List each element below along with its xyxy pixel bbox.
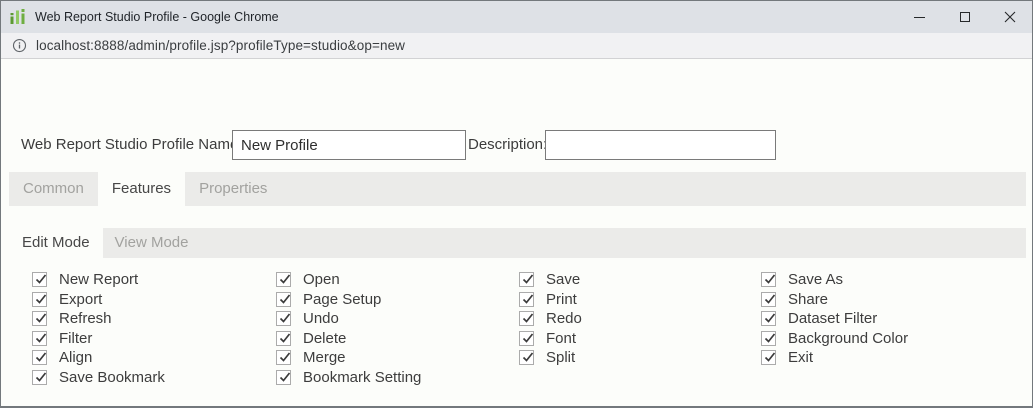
mode-tab-strip: View Mode xyxy=(103,228,1026,258)
feature-label: Undo xyxy=(303,310,339,327)
checkbox-undo[interactable] xyxy=(276,311,291,326)
feature-label: Exit xyxy=(788,349,813,366)
feature-row-save-bookmark[interactable]: Save Bookmark xyxy=(32,368,165,388)
feature-row-undo[interactable]: Undo xyxy=(276,309,421,329)
checkbox-page-setup[interactable] xyxy=(276,292,291,307)
feature-label: Delete xyxy=(303,330,346,347)
feature-label: Save As xyxy=(788,271,843,288)
checkbox-font[interactable] xyxy=(519,331,534,346)
feature-row-delete[interactable]: Delete xyxy=(276,329,421,349)
feature-label: Split xyxy=(546,349,575,366)
feature-row-save[interactable]: Save xyxy=(519,270,582,290)
main-tab-bar: Common Features Properties xyxy=(9,172,1026,206)
mode-tab-bar: Edit Mode View Mode xyxy=(9,228,1026,258)
feature-row-save-as[interactable]: Save As xyxy=(761,270,908,290)
feature-label: Background Color xyxy=(788,330,908,347)
checkbox-split[interactable] xyxy=(519,350,534,365)
feature-row-font[interactable]: Font xyxy=(519,329,582,349)
feature-label: Dataset Filter xyxy=(788,310,877,327)
close-button[interactable] xyxy=(987,1,1032,33)
feature-row-align[interactable]: Align xyxy=(32,348,165,368)
feature-row-print[interactable]: Print xyxy=(519,290,582,310)
window-title: Web Report Studio Profile - Google Chrom… xyxy=(35,10,897,24)
feature-row-refresh[interactable]: Refresh xyxy=(32,309,165,329)
title-bar: Web Report Studio Profile - Google Chrom… xyxy=(1,1,1032,33)
feature-label: Refresh xyxy=(59,310,112,327)
features-column-2: Open Page Setup Undo Delete Merge xyxy=(276,270,421,387)
tab-edit-mode[interactable]: Edit Mode xyxy=(9,228,103,258)
feature-row-page-setup[interactable]: Page Setup xyxy=(276,290,421,310)
checkbox-new-report[interactable] xyxy=(32,272,47,287)
profile-name-label: Web Report Studio Profile Name: xyxy=(21,130,243,160)
tab-view-mode[interactable]: View Mode xyxy=(103,228,201,258)
window-controls xyxy=(897,1,1032,33)
feature-label: Export xyxy=(59,291,102,308)
app-logo-icon xyxy=(9,8,27,26)
checkbox-background-color[interactable] xyxy=(761,331,776,346)
feature-row-new-report[interactable]: New Report xyxy=(32,270,165,290)
feature-label: Font xyxy=(546,330,576,347)
page-content: Web Report Studio Profile Name: Descript… xyxy=(1,59,1032,406)
checkbox-save[interactable] xyxy=(519,272,534,287)
checkbox-open[interactable] xyxy=(276,272,291,287)
features-column-4: Save As Share Dataset Filter Background … xyxy=(761,270,908,368)
checkbox-filter[interactable] xyxy=(32,331,47,346)
checkbox-dataset-filter[interactable] xyxy=(761,311,776,326)
feature-label: Share xyxy=(788,291,828,308)
checkbox-align[interactable] xyxy=(32,350,47,365)
checkbox-share[interactable] xyxy=(761,292,776,307)
feature-row-merge[interactable]: Merge xyxy=(276,348,421,368)
feature-label: Print xyxy=(546,291,577,308)
description-input[interactable] xyxy=(545,130,776,160)
feature-row-split[interactable]: Split xyxy=(519,348,582,368)
checkbox-exit[interactable] xyxy=(761,350,776,365)
checkbox-save-as[interactable] xyxy=(761,272,776,287)
profile-name-input[interactable] xyxy=(232,130,466,160)
close-icon xyxy=(1004,11,1016,23)
feature-row-filter[interactable]: Filter xyxy=(32,329,165,349)
feature-label: New Report xyxy=(59,271,138,288)
browser-window: Web Report Studio Profile - Google Chrom… xyxy=(0,0,1033,408)
checkbox-redo[interactable] xyxy=(519,311,534,326)
minimize-button[interactable] xyxy=(897,1,942,33)
tab-common[interactable]: Common xyxy=(9,172,98,207)
checkbox-print[interactable] xyxy=(519,292,534,307)
checkbox-save-bookmark[interactable] xyxy=(32,370,47,385)
feature-label: Save xyxy=(546,271,580,288)
tab-features[interactable]: Features xyxy=(98,172,185,207)
features-column-1: New Report Export Refresh Filter Align xyxy=(32,270,165,387)
feature-label: Redo xyxy=(546,310,582,327)
feature-row-exit[interactable]: Exit xyxy=(761,348,908,368)
feature-row-bookmark-setting[interactable]: Bookmark Setting xyxy=(276,368,421,388)
checkbox-delete[interactable] xyxy=(276,331,291,346)
tab-properties[interactable]: Properties xyxy=(185,172,281,207)
maximize-button[interactable] xyxy=(942,1,987,33)
feature-row-open[interactable]: Open xyxy=(276,270,421,290)
feature-label: Filter xyxy=(59,330,92,347)
feature-row-redo[interactable]: Redo xyxy=(519,309,582,329)
feature-label: Open xyxy=(303,271,340,288)
address-bar[interactable]: localhost:8888/admin/profile.jsp?profile… xyxy=(1,33,1032,59)
checkbox-bookmark-setting[interactable] xyxy=(276,370,291,385)
url-text[interactable]: localhost:8888/admin/profile.jsp?profile… xyxy=(36,38,405,53)
minimize-icon xyxy=(914,17,925,18)
feature-row-dataset-filter[interactable]: Dataset Filter xyxy=(761,309,908,329)
feature-row-share[interactable]: Share xyxy=(761,290,908,310)
feature-label: Bookmark Setting xyxy=(303,369,421,386)
feature-row-background-color[interactable]: Background Color xyxy=(761,329,908,349)
checkbox-refresh[interactable] xyxy=(32,311,47,326)
description-label: Description: xyxy=(468,130,547,160)
feature-label: Page Setup xyxy=(303,291,381,308)
feature-label: Merge xyxy=(303,349,346,366)
maximize-icon xyxy=(960,12,970,22)
features-column-3: Save Print Redo Font Split xyxy=(519,270,582,368)
feature-label: Align xyxy=(59,349,92,366)
feature-label: Save Bookmark xyxy=(59,369,165,386)
feature-row-export[interactable]: Export xyxy=(32,290,165,310)
info-icon[interactable] xyxy=(12,38,27,53)
checkbox-merge[interactable] xyxy=(276,350,291,365)
checkbox-export[interactable] xyxy=(32,292,47,307)
